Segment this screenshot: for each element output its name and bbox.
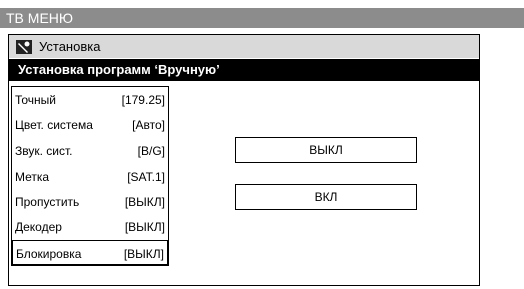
settings-menu: Точный [179.25] Цвет. система [Авто] Зву… — [11, 86, 169, 266]
menu-item-skip[interactable]: Пропустить [ВЫКЛ] — [12, 189, 168, 214]
setup-panel: Установка Установка программ ‘Вручную’ Т… — [8, 34, 480, 286]
menu-item-label: Блокировка — [16, 247, 82, 261]
menu-item-value: [ВЫКЛ] — [123, 247, 164, 261]
option-on-button[interactable]: ВКЛ — [235, 184, 417, 210]
menu-item-decoder[interactable]: Декодер [ВЫКЛ] — [12, 214, 168, 239]
menu-item-value: [ВЫКЛ] — [124, 220, 165, 234]
menu-item-label: Декодер — [15, 220, 62, 234]
menu-item-fine-tune[interactable]: Точный [179.25] — [12, 87, 168, 112]
tv-menu-title: ТВ МЕНЮ — [6, 10, 74, 26]
panel-title: Установка — [39, 39, 101, 54]
menu-item-lock[interactable]: Блокировка [ВЫКЛ] — [12, 240, 168, 265]
option-off-button[interactable]: ВЫКЛ — [235, 137, 417, 163]
panel-header: Установка программ ‘Вручную’ — [9, 59, 479, 81]
menu-item-value: [B/G] — [137, 144, 165, 158]
panel-titlebar: Установка — [9, 35, 479, 58]
menu-item-label: Пропустить — [15, 195, 80, 209]
wrench-icon — [15, 39, 33, 55]
menu-item-value: [Авто] — [132, 118, 165, 132]
menu-item-label: Цвет. система — [15, 118, 93, 132]
menu-item-label: Точный — [15, 93, 57, 107]
menu-item-label-name[interactable]: Метка [SAT.1] — [12, 164, 168, 189]
menu-item-value: [179.25] — [121, 93, 165, 107]
menu-item-label: Звук. сист. — [15, 144, 73, 158]
tv-menu-title-bar: ТВ МЕНЮ — [0, 8, 524, 28]
menu-item-color-system[interactable]: Цвет. система [Авто] — [12, 112, 168, 137]
menu-item-sound-system[interactable]: Звук. сист. [B/G] — [12, 138, 168, 163]
menu-item-value: [ВЫКЛ] — [124, 195, 165, 209]
menu-item-label: Метка — [15, 170, 50, 184]
menu-item-value: [SAT.1] — [127, 170, 165, 184]
